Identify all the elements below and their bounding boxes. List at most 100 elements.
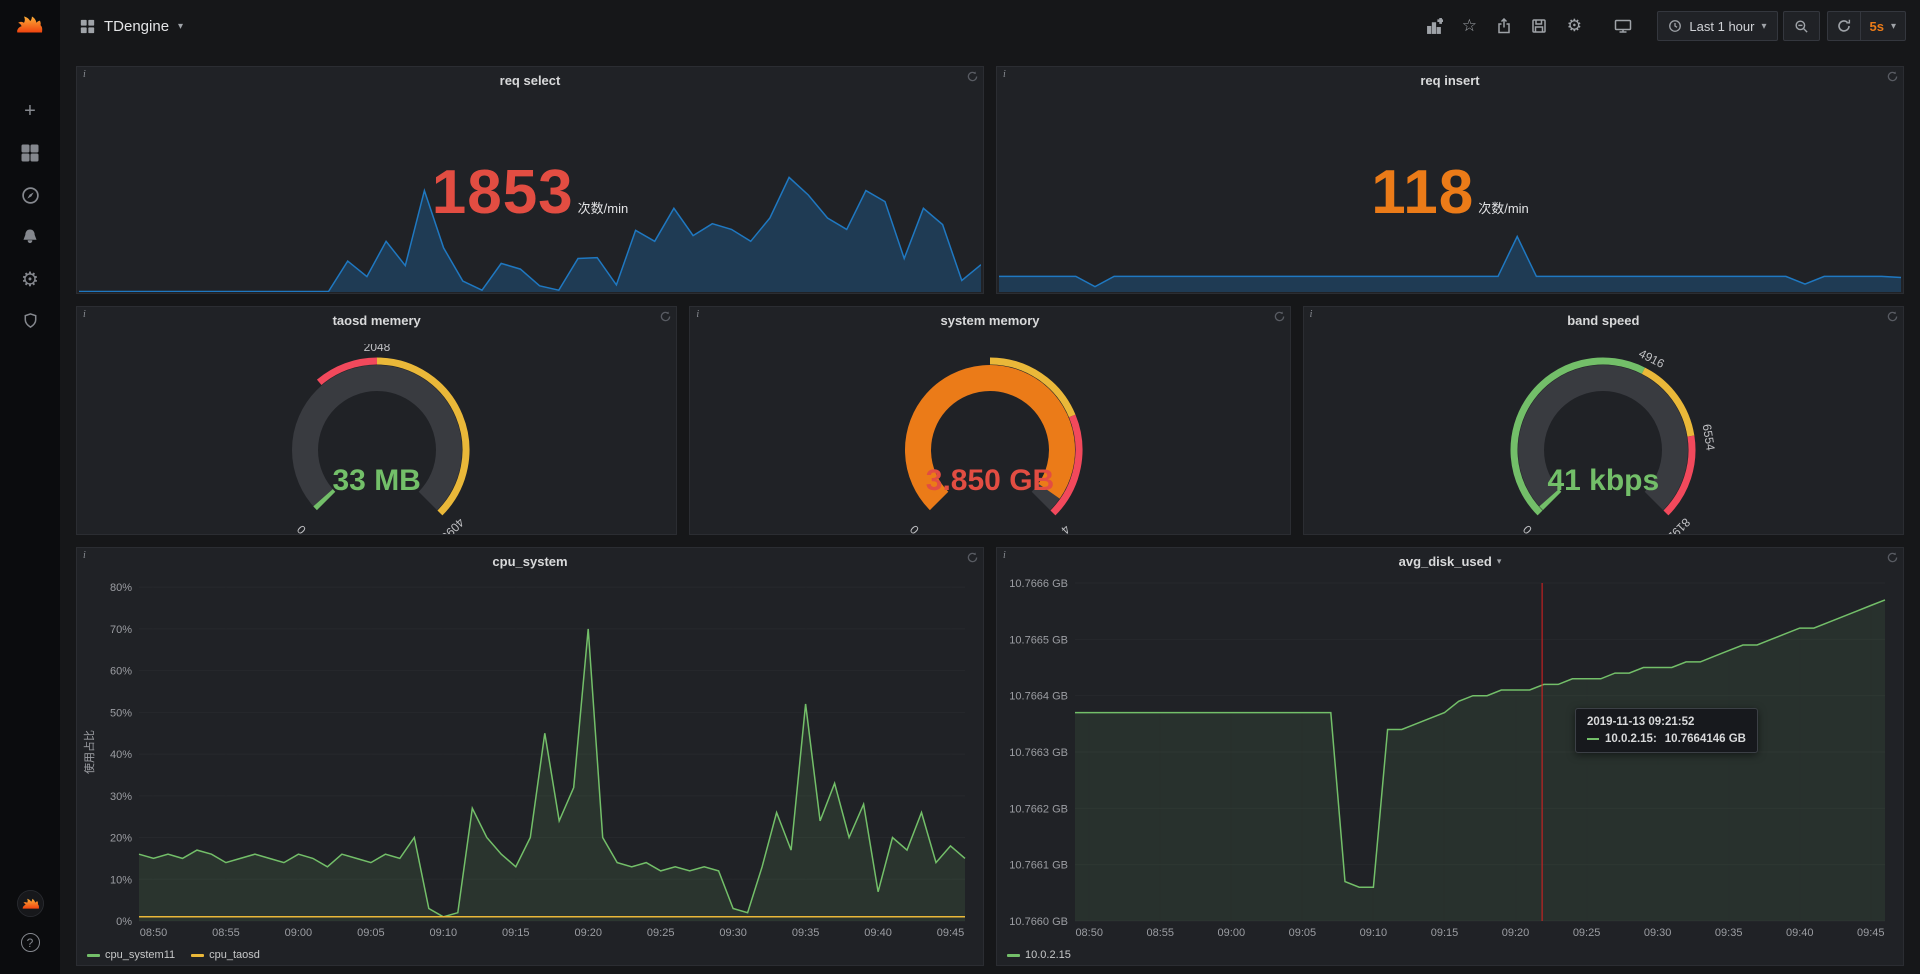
dashboard-settings-button[interactable]: ⚙ [1559,11,1589,41]
panel-title[interactable]: taosd memery [333,313,421,328]
panel-system-memory: system memory 04 3.850 GB i [689,306,1290,535]
panel-req-insert: req insert 118 次数/min i [996,66,1904,294]
singlestat-value: 118 次数/min [997,162,1903,224]
svg-text:08:50: 08:50 [140,927,168,939]
time-range-label: Last 1 hour [1689,19,1754,34]
create-plus-icon[interactable]: + [0,90,60,132]
svg-text:10.7662 GB: 10.7662 GB [1009,803,1068,815]
panel-title[interactable]: system memory [940,313,1039,328]
svg-text:09:20: 09:20 [574,927,602,939]
panel-header-taosd-memory[interactable]: taosd memery [77,307,676,334]
add-panel-button[interactable] [1419,11,1449,41]
timeseries-chart: 08:5008:5509:0009:0509:1009:1509:2009:25… [81,575,979,941]
explore-compass-icon[interactable] [0,174,60,216]
panel-info-icon[interactable]: i [1306,307,1317,322]
dashboard-grid: req select 1853 次数/min i req insert [60,52,1920,974]
zoom-out-button[interactable] [1783,11,1820,41]
svg-text:09:25: 09:25 [1573,927,1601,939]
navbar-actions: ☆ ⚙ [1419,11,1906,41]
panel-header-band-speed[interactable]: band speed [1304,307,1903,334]
svg-text:08:55: 08:55 [212,927,240,939]
svg-text:09:00: 09:00 [285,927,313,939]
panel-req-select: req select 1853 次数/min i [76,66,984,294]
svg-text:09:15: 09:15 [502,927,530,939]
dashboard-picker[interactable]: TDengine ▾ [80,18,183,35]
side-nav: + ⚙ [0,90,60,342]
panel-title[interactable]: band speed [1567,313,1639,328]
gauge-chart: 040962048 [247,344,507,535]
svg-text:10.7663 GB: 10.7663 GB [1009,747,1068,759]
panel-taosd-memory: taosd memery 040962048 33 MB i [76,306,677,535]
gauge-chart: 0819249166554 [1473,344,1733,535]
svg-text:09:05: 09:05 [357,927,385,939]
panel-header-avg-disk-used[interactable]: avg_disk_used ▾ [997,548,1903,575]
server-admin-shield-icon[interactable] [0,300,60,342]
panel-spinner-icon [967,552,978,563]
navbar: TDengine ▾ ☆ [60,0,1920,52]
panel-title[interactable]: req insert [1420,73,1479,88]
panel-info-icon[interactable]: i [999,67,1010,82]
share-button[interactable] [1489,11,1519,41]
panel-info-icon[interactable]: i [692,307,703,322]
svg-text:0: 0 [293,522,308,535]
app: + ⚙ [0,0,1920,974]
legend-label[interactable]: cpu_system11 [105,949,175,961]
cycle-view-monitor-button[interactable] [1608,11,1638,41]
panel-info-icon[interactable]: i [79,548,90,563]
user-avatar[interactable] [17,890,44,917]
legend-item-cpu-system11[interactable]: cpu_system11 [87,949,175,961]
panel-title[interactable]: req select [500,73,561,88]
svg-text:20%: 20% [110,833,132,845]
timeseries-chart: 08:5008:5509:0009:0509:1009:1509:2009:25… [1001,575,1899,941]
svg-text:09:45: 09:45 [1857,927,1885,939]
panel-header-req-insert[interactable]: req insert [997,67,1903,94]
refresh-button[interactable] [1827,11,1860,41]
panel-info-icon[interactable]: i [79,67,90,82]
panel-body: 04 3.850 GB [690,334,1289,534]
legend-item-host[interactable]: 10.0.2.15 [1007,949,1071,961]
legend-label[interactable]: 10.0.2.15 [1025,949,1071,961]
legend-item-cpu-taosd[interactable]: cpu_taosd [191,949,260,961]
grafana-logo-icon[interactable] [0,0,60,52]
panel-title[interactable]: cpu_system [492,554,567,569]
panel-title[interactable]: avg_disk_used [1399,554,1492,569]
time-caret-icon: ▾ [1761,21,1766,32]
dashboards-grid-icon[interactable] [0,132,60,174]
panel-info-icon[interactable]: i [79,307,90,322]
tooltip-series-dash-icon [1587,738,1599,740]
gauge-chart: 04 [860,344,1120,535]
dashboard-title[interactable]: TDengine [104,18,169,35]
help-icon[interactable]: ? [21,933,40,952]
svg-text:10.7660 GB: 10.7660 GB [1009,916,1068,928]
refresh-interval-label: 5s [1870,19,1884,34]
svg-text:09:40: 09:40 [1786,927,1814,939]
singlestat-number: 1853 [432,162,574,224]
configuration-gear-icon[interactable]: ⚙ [0,258,60,300]
singlestat-unit: 次数/min [1478,198,1529,217]
panel-menu-caret-icon[interactable]: ▾ [1497,556,1502,567]
panel-header-system-memory[interactable]: system memory [690,307,1289,334]
svg-text:09:20: 09:20 [1502,927,1530,939]
panel-info-icon[interactable]: i [999,548,1010,563]
alerting-bell-icon[interactable] [0,216,60,258]
panel-band-speed: band speed 0819249166554 41 kbps i [1303,306,1904,535]
legend-swatch-icon [87,954,100,957]
save-button[interactable] [1524,11,1554,41]
legend-swatch-icon [1007,954,1020,957]
panel-body: 118 次数/min [997,94,1903,293]
svg-text:09:30: 09:30 [719,927,747,939]
svg-text:10%: 10% [110,874,132,886]
panel-header-req-select[interactable]: req select [77,67,983,94]
star-button[interactable]: ☆ [1454,11,1484,41]
svg-text:0: 0 [1520,522,1535,535]
panel-header-cpu-system[interactable]: cpu_system [77,548,983,575]
time-range-button[interactable]: Last 1 hour ▾ [1657,11,1777,41]
svg-text:08:55: 08:55 [1146,927,1174,939]
refresh-interval-button[interactable]: 5s ▾ [1860,11,1907,41]
legend-label[interactable]: cpu_taosd [209,949,260,961]
svg-text:80%: 80% [110,582,132,594]
svg-text:09:35: 09:35 [1715,927,1743,939]
svg-text:10.7664 GB: 10.7664 GB [1009,691,1068,703]
svg-text:30%: 30% [110,791,132,803]
svg-text:09:45: 09:45 [937,927,965,939]
